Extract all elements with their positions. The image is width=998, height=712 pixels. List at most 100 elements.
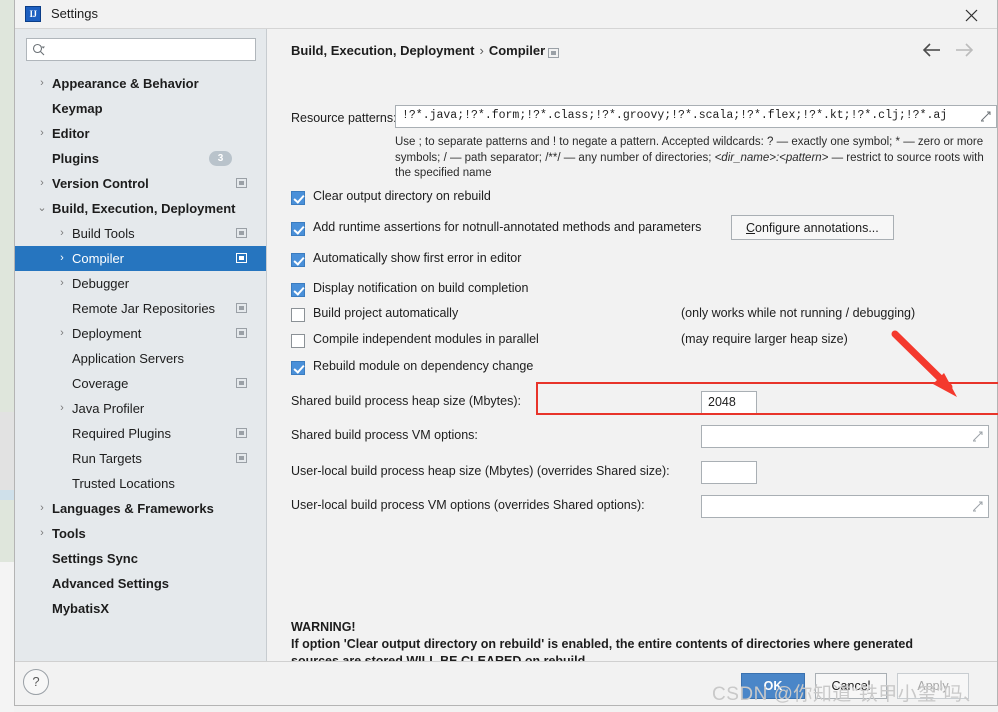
- chevron-right-icon[interactable]: ›: [35, 171, 49, 196]
- configure-annotations-button[interactable]: Configure annotations...: [731, 215, 894, 240]
- expand-icon[interactable]: [972, 501, 983, 512]
- sidebar-item-plugins[interactable]: Plugins 3: [15, 146, 266, 171]
- sidebar-item-java-profiler[interactable]: › Java Profiler: [15, 396, 266, 421]
- sidebar-item-label: Languages & Frameworks: [52, 501, 214, 516]
- checkbox-label: Build project automatically: [313, 306, 459, 320]
- chevron-right-icon[interactable]: ›: [35, 71, 49, 96]
- resource-patterns-field[interactable]: !?*.java;!?*.form;!?*.class;!?*.groovy;!…: [395, 105, 997, 128]
- resource-patterns-hint: Use ; to separate patterns and ! to nega…: [395, 135, 995, 182]
- hint-line-2-italic: <dir_name>:<pattern>: [714, 151, 829, 164]
- sidebar-item-label: Plugins: [52, 151, 99, 166]
- hint-line-1: Use ; to separate patterns and ! to nega…: [395, 136, 941, 148]
- input-user-local-build-process-vm-options-overrides-shared-options[interactable]: [701, 495, 989, 518]
- apply-button[interactable]: Apply: [897, 673, 969, 699]
- chevron-right-icon[interactable]: ›: [35, 521, 49, 546]
- copy-settings-path-icon[interactable]: [236, 228, 247, 238]
- sidebar-item-debugger[interactable]: › Debugger: [15, 271, 266, 296]
- search-icon: [32, 43, 45, 56]
- checkbox-label: Compile independent modules in parallel: [313, 332, 539, 346]
- copy-settings-path-icon[interactable]: [236, 253, 247, 263]
- sidebar-item-deployment[interactable]: › Deployment: [15, 321, 266, 346]
- copy-settings-path-icon[interactable]: [236, 328, 247, 338]
- ok-button[interactable]: OK: [741, 673, 805, 699]
- copy-settings-path-icon[interactable]: [236, 453, 247, 463]
- copy-settings-path-icon[interactable]: [236, 428, 247, 438]
- sidebar-item-remote-jar-repositories[interactable]: Remote Jar Repositories: [15, 296, 266, 321]
- input-user-local-build-process-heap-size-mbytes-overrides-shared-size[interactable]: [701, 461, 757, 484]
- chevron-right-icon[interactable]: ›: [55, 221, 69, 246]
- sidebar-item-label: Tools: [52, 526, 86, 541]
- help-button[interactable]: ?: [23, 669, 49, 695]
- chevron-right-icon[interactable]: ›: [55, 271, 69, 296]
- checkbox-automatically-show-first-error-in-editor[interactable]: [291, 253, 305, 267]
- close-icon[interactable]: [949, 0, 993, 28]
- copy-settings-path-icon[interactable]: [236, 378, 247, 388]
- sidebar-item-build-execution-deployment[interactable]: ⌄ Build, Execution, Deployment: [15, 196, 266, 221]
- arrow-left-icon[interactable]: [921, 40, 947, 62]
- sidebar-item-tools[interactable]: › Tools: [15, 521, 266, 546]
- sidebar-item-settings-sync[interactable]: Settings Sync: [15, 546, 266, 571]
- checkbox-display-notification-on-build-completion[interactable]: [291, 283, 305, 297]
- sidebar-item-label: Keymap: [52, 101, 103, 116]
- sidebar-item-application-servers[interactable]: Application Servers: [15, 346, 266, 371]
- arrow-right-icon[interactable]: [953, 40, 979, 62]
- checkbox-build-project-automatically[interactable]: [291, 308, 305, 322]
- sidebar-item-label: Advanced Settings: [52, 576, 170, 591]
- resource-patterns-value: !?*.java;!?*.form;!?*.class;!?*.groovy;!…: [402, 109, 948, 122]
- chevron-right-icon[interactable]: ›: [35, 121, 49, 146]
- copy-settings-path-icon[interactable]: [236, 303, 247, 313]
- sidebar-item-version-control[interactable]: › Version Control: [15, 171, 266, 196]
- navigation-arrows: [921, 40, 981, 62]
- breadcrumb: Build, Execution, Deployment › Compiler: [291, 43, 545, 58]
- chevron-right-icon[interactable]: ›: [55, 321, 69, 346]
- resource-patterns-label: Resource patterns:: [291, 111, 397, 125]
- settings-window: IJ Settings › Appearance & Behavior Keym…: [14, 0, 998, 706]
- chevron-right-icon[interactable]: ›: [55, 246, 69, 271]
- sidebar-item-label: Application Servers: [72, 351, 184, 366]
- title-bar: IJ Settings: [15, 0, 997, 29]
- search-box[interactable]: [26, 38, 256, 62]
- sidebar-item-editor[interactable]: › Editor: [15, 121, 266, 146]
- sidebar-item-keymap[interactable]: Keymap: [15, 96, 266, 121]
- sidebar-item-run-targets[interactable]: Run Targets: [15, 446, 266, 471]
- expand-icon[interactable]: [972, 431, 983, 442]
- sidebar-item-trusted-locations[interactable]: Trusted Locations: [15, 471, 266, 496]
- sidebar-item-advanced-settings[interactable]: Advanced Settings: [15, 571, 266, 596]
- settings-dialog-root: IJ Settings › Appearance & Behavior Keym…: [0, 0, 998, 712]
- settings-tree: › Appearance & Behavior Keymap › Editor Plugi…: [15, 71, 266, 621]
- sidebar-item-label: MybatisX: [52, 601, 110, 616]
- sidebar-item-label: Settings Sync: [52, 551, 138, 566]
- field-label: User-local build process VM options (ove…: [291, 498, 645, 512]
- checkbox-compile-independent-modules-in-parallel[interactable]: [291, 334, 305, 348]
- cancel-button[interactable]: Cancel: [815, 673, 887, 699]
- breadcrumb-root[interactable]: Build, Execution, Deployment: [291, 43, 474, 58]
- sidebar-item-languages-frameworks[interactable]: › Languages & Frameworks: [15, 496, 266, 521]
- sidebar-item-coverage[interactable]: Coverage: [15, 371, 266, 396]
- sidebar-item-label: Java Profiler: [72, 401, 145, 416]
- sidebar-item-compiler[interactable]: › Compiler: [15, 246, 266, 271]
- chevron-right-icon[interactable]: ›: [35, 496, 49, 521]
- checkbox-rebuild-module-on-dependency-change[interactable]: [291, 361, 305, 375]
- checkbox-label: Display notification on build completion: [313, 281, 529, 295]
- input-shared-build-process-heap-size-mbytes[interactable]: 2048: [701, 391, 757, 414]
- copy-settings-path-icon[interactable]: [236, 178, 247, 188]
- sidebar-item-label: Compiler: [72, 251, 125, 266]
- copy-settings-path-icon[interactable]: [548, 48, 559, 58]
- chevron-down-icon[interactable]: ⌄: [35, 196, 49, 221]
- background-artifact: [0, 0, 14, 412]
- input-shared-build-process-vm-options[interactable]: [701, 425, 989, 448]
- sidebar-item-build-tools[interactable]: › Build Tools: [15, 221, 266, 246]
- chevron-right-icon[interactable]: ›: [55, 396, 69, 421]
- checkbox-clear-output-directory-on-rebuild[interactable]: [291, 191, 305, 205]
- sidebar-item-mybatisx[interactable]: MybatisX: [15, 596, 266, 621]
- checkbox-add-runtime-assertions-for-notnull-annotated-methods-and-parameters[interactable]: [291, 222, 305, 236]
- checkbox-label: Add runtime assertions for notnull-annot…: [313, 220, 702, 234]
- expand-icon[interactable]: [980, 111, 991, 122]
- search-input[interactable]: [49, 39, 253, 62]
- sidebar-item-appearance-behavior[interactable]: › Appearance & Behavior: [15, 71, 266, 96]
- sidebar-item-required-plugins[interactable]: Required Plugins: [15, 421, 266, 446]
